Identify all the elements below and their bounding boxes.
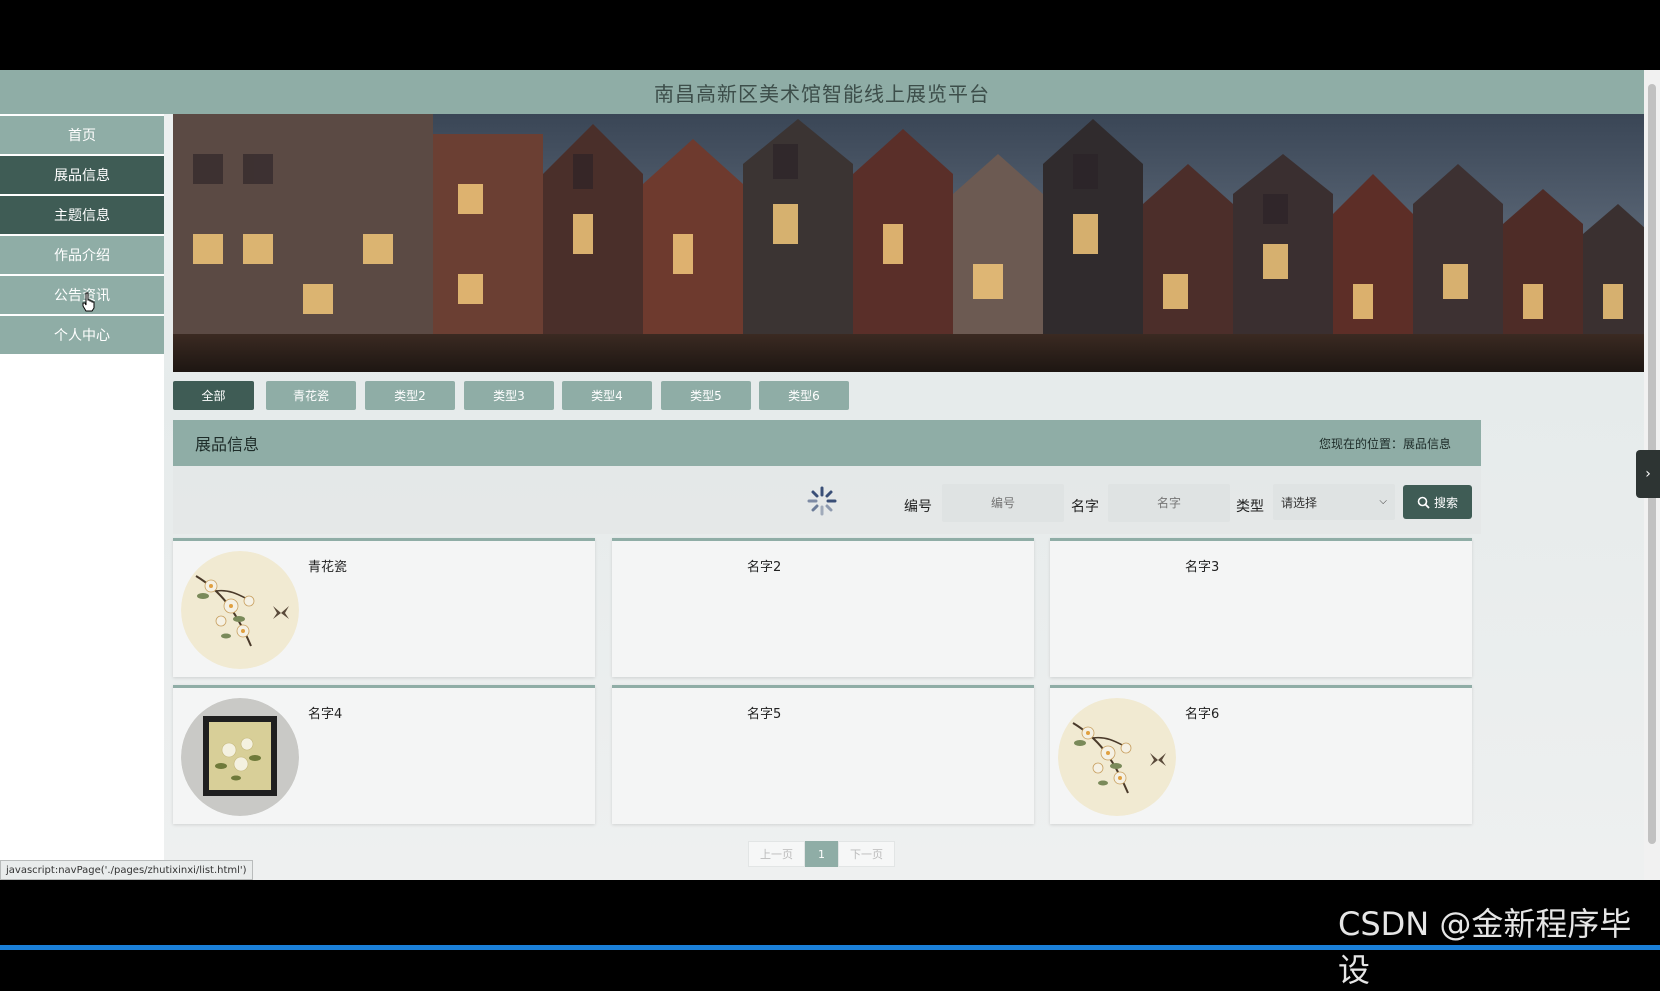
side-panel-toggle[interactable]: ›	[1636, 450, 1660, 498]
tab-type3[interactable]: 类型3	[464, 381, 554, 410]
exhibit-card[interactable]: 青花瓷	[173, 538, 595, 677]
search-button[interactable]: 搜索	[1403, 485, 1472, 519]
tab-type4[interactable]: 类型4	[562, 381, 652, 410]
tab-label: 类型3	[493, 389, 525, 403]
breadcrumb: 您现在的位置：展品信息	[1318, 436, 1451, 451]
exhibit-card[interactable]: 名字6	[1050, 685, 1472, 824]
next-page-label: 下一页	[850, 848, 883, 861]
sidebar-item-profile[interactable]: 个人中心	[0, 316, 164, 354]
exhibit-name: 名字2	[747, 560, 782, 575]
tab-label: 全部	[201, 389, 226, 403]
name-label: 名字	[1071, 499, 1099, 515]
exhibit-name: 青花瓷	[308, 560, 348, 575]
section-header: 展品信息 您现在的位置：展品信息	[173, 420, 1481, 466]
prev-page-button[interactable]: 上一页	[748, 841, 805, 867]
tab-label: 类型6	[788, 389, 820, 403]
browser-page: 南昌高新区美术馆智能线上展览平台 首页 展品信息 主题信息 作品介绍 公告资讯 …	[0, 70, 1660, 880]
site-title: 南昌高新区美术馆智能线上展览平台	[654, 81, 990, 106]
next-page-button[interactable]: 下一页	[838, 841, 895, 867]
video-progress-bar	[0, 945, 1660, 950]
townhouses-night-image	[173, 114, 1646, 372]
sidebar-item-label: 首页	[68, 128, 96, 144]
name-input[interactable]	[1108, 484, 1230, 522]
type-select[interactable]: 请选择 ⌵	[1273, 484, 1395, 520]
id-input[interactable]	[942, 484, 1064, 522]
exhibit-thumbnail	[181, 551, 299, 669]
sidebar-item-home[interactable]: 首页	[0, 116, 164, 154]
sidebar-item-themes[interactable]: 主题信息	[0, 196, 164, 234]
type-select-value: 请选择	[1281, 495, 1318, 510]
exhibit-thumbnail	[181, 698, 299, 816]
tab-type5[interactable]: 类型5	[661, 381, 751, 410]
site-header: 南昌高新区美术馆智能线上展览平台	[0, 70, 1644, 114]
sidebar-item-exhibits[interactable]: 展品信息	[0, 156, 164, 194]
tab-label: 类型5	[690, 389, 722, 403]
exhibit-card[interactable]: 名字5	[612, 685, 1034, 824]
exhibit-name: 名字5	[747, 707, 782, 722]
section-title: 展品信息	[195, 435, 260, 454]
sidebar-item-label: 作品介绍	[54, 248, 110, 264]
status-url: javascript:navPage('./pages/zhutixinxi/l…	[6, 864, 247, 876]
page-number: 1	[818, 847, 825, 861]
search-button-label: 搜索	[1433, 495, 1458, 510]
framed-painting-image	[181, 698, 299, 816]
chevron-down-icon: ⌵	[1379, 496, 1387, 507]
tab-label: 类型4	[591, 389, 623, 403]
hand-cursor-icon	[82, 292, 95, 312]
exhibit-card[interactable]: 名字4	[173, 685, 595, 824]
tab-blue-white-porcelain[interactable]: 青花瓷	[266, 381, 356, 410]
tab-label: 青花瓷	[292, 389, 329, 403]
sidebar-nav: 首页 展品信息 主题信息 作品介绍 公告资讯 个人中心	[0, 114, 164, 880]
sidebar-item-label: 主题信息	[54, 208, 110, 224]
exhibit-name: 名字6	[1185, 707, 1220, 722]
tab-label: 类型2	[394, 389, 426, 403]
loading-spinner-icon	[807, 486, 837, 516]
id-label: 编号	[904, 499, 932, 515]
flower-branch-image	[181, 551, 299, 669]
exhibit-card[interactable]: 名字2	[612, 538, 1034, 677]
search-icon	[1417, 496, 1430, 509]
exhibit-name: 名字3	[1185, 560, 1220, 575]
sidebar-item-works[interactable]: 作品介绍	[0, 236, 164, 274]
page-1-button[interactable]: 1	[805, 841, 838, 867]
hero-banner	[173, 114, 1646, 372]
prev-page-label: 上一页	[760, 848, 793, 861]
sidebar-item-label: 个人中心	[54, 328, 110, 344]
sidebar-item-label: 展品信息	[54, 168, 110, 184]
type-label: 类型	[1236, 499, 1264, 515]
tab-type6[interactable]: 类型6	[759, 381, 849, 410]
flower-branch-image	[1058, 698, 1176, 816]
tab-type2[interactable]: 类型2	[365, 381, 455, 410]
link-status-bar: javascript:navPage('./pages/zhutixinxi/l…	[0, 860, 253, 880]
exhibit-thumbnail	[1058, 698, 1176, 816]
exhibit-card[interactable]: 名字3	[1050, 538, 1472, 677]
exhibit-name: 名字4	[308, 707, 343, 722]
tab-all[interactable]: 全部	[173, 381, 254, 410]
chevron-right-icon: ›	[1645, 466, 1651, 482]
